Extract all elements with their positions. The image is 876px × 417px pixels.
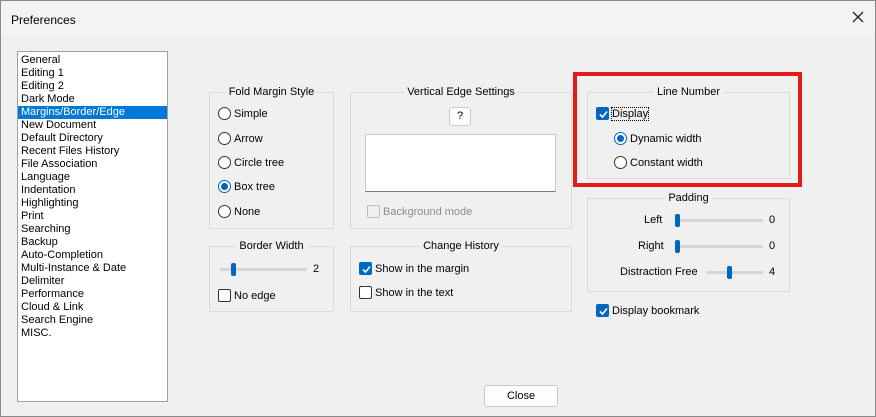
radio-button[interactable] <box>218 205 231 218</box>
vertical-edge-help-button[interactable]: ? <box>449 107 471 126</box>
title-bar: Preferences <box>1 1 875 37</box>
sidebar-item[interactable]: Language <box>18 171 167 184</box>
red-highlight-box <box>573 72 802 187</box>
checkbox-box[interactable] <box>596 304 609 317</box>
checkbox-box[interactable] <box>359 262 372 275</box>
no-edge-label: No edge <box>234 290 276 302</box>
sidebar-item[interactable]: Margins/Border/Edge <box>18 106 167 119</box>
display-bookmark-label: Display bookmark <box>612 305 700 317</box>
fold-style-label: None <box>234 206 261 218</box>
fold-style-radio[interactable]: Simple <box>218 107 268 121</box>
background-mode-label: Background mode <box>383 206 473 218</box>
sidebar-item[interactable]: Multi-Instance & Date <box>18 262 167 275</box>
sidebar-item[interactable]: Editing 2 <box>18 80 167 93</box>
no-edge-checkbox[interactable]: No edge <box>218 289 276 303</box>
sidebar-item[interactable]: Delimiter <box>18 275 167 288</box>
distraction-free-slider[interactable] <box>706 271 763 274</box>
border-width-value: 2 <box>313 263 320 275</box>
radio-button[interactable] <box>218 156 231 169</box>
padding-left-label: Left <box>644 214 663 226</box>
sidebar-item[interactable]: Highlighting <box>18 197 167 210</box>
sidebar-item[interactable]: Search Engine <box>18 314 167 327</box>
padding-right-slider-thumb[interactable] <box>675 240 680 253</box>
show-in-margin-label: Show in the margin <box>375 263 470 275</box>
sidebar-item[interactable]: Auto-Completion <box>18 249 167 262</box>
fold-style-label: Box tree <box>234 181 275 193</box>
background-mode-checkbox[interactable]: Background mode <box>367 205 472 219</box>
close-icon[interactable] <box>851 10 865 24</box>
fold-style-radio[interactable]: Box tree <box>218 180 275 194</box>
show-in-text-checkbox[interactable]: Show in the text <box>359 286 453 300</box>
checkbox-box[interactable] <box>359 286 372 299</box>
distraction-free-slider-thumb[interactable] <box>726 266 732 279</box>
sidebar-item[interactable]: Cloud & Link <box>18 301 167 314</box>
padding-left-value: 0 <box>769 214 776 226</box>
sidebar-item[interactable]: Backup <box>18 236 167 249</box>
sidebar-item[interactable]: Editing 1 <box>18 67 167 80</box>
preferences-dialog: Preferences General Editing 1 Editing 2 Dar… <box>0 0 876 417</box>
sidebar-item[interactable]: MISC. <box>18 327 167 340</box>
fold-style-radio[interactable]: Arrow <box>218 132 263 146</box>
radio-button[interactable] <box>218 107 231 120</box>
change-history-group: Change History <box>350 240 572 312</box>
fold-margin-style-title: Fold Margin Style <box>225 86 318 98</box>
display-bookmark-checkbox[interactable]: Display bookmark <box>596 304 699 318</box>
window-title: Preferences <box>11 13 76 27</box>
sidebar-item[interactable]: Dark Mode <box>18 93 167 106</box>
sidebar-item[interactable]: File Association <box>18 158 167 171</box>
padding-left-slider[interactable] <box>675 219 763 222</box>
padding-title: Padding <box>665 192 712 204</box>
sidebar-item[interactable]: Indentation <box>18 184 167 197</box>
padding-right-label: Right <box>638 240 664 252</box>
fold-style-label: Circle tree <box>234 157 285 169</box>
distraction-free-value: 4 <box>769 266 776 278</box>
fold-style-label: Arrow <box>234 133 263 145</box>
change-history-title: Change History <box>420 240 502 252</box>
checkbox-box[interactable] <box>367 205 380 218</box>
show-in-text-label: Show in the text <box>375 287 454 299</box>
border-width-slider-thumb[interactable] <box>230 263 236 276</box>
vertical-edge-title: Vertical Edge Settings <box>404 86 518 98</box>
radio-button[interactable] <box>218 132 231 145</box>
sidebar-item[interactable]: Performance <box>18 288 167 301</box>
sidebar-item[interactable]: New Document <box>18 119 167 132</box>
sidebar-item[interactable]: Searching <box>18 223 167 236</box>
close-button[interactable]: Close <box>484 385 558 407</box>
fold-style-radio[interactable]: None <box>218 205 260 219</box>
padding-right-value: 0 <box>769 240 776 252</box>
padding-left-slider-thumb[interactable] <box>675 214 680 227</box>
fold-style-radio[interactable]: Circle tree <box>218 156 284 170</box>
sidebar-item[interactable]: General <box>18 54 167 67</box>
show-in-margin-checkbox[interactable]: Show in the margin <box>359 262 469 276</box>
radio-button[interactable] <box>218 180 231 193</box>
fold-style-label: Simple <box>234 108 268 120</box>
border-width-title: Border Width <box>236 240 307 252</box>
checkbox-box[interactable] <box>218 289 231 302</box>
sidebar-item[interactable]: Recent Files History <box>18 145 167 158</box>
sidebar-item[interactable]: Print <box>18 210 167 223</box>
padding-right-slider[interactable] <box>675 245 763 248</box>
distraction-free-label: Distraction Free <box>620 266 698 278</box>
sidebar-item[interactable]: Default Directory <box>18 132 167 145</box>
category-list[interactable]: General Editing 1 Editing 2 Dark Mode Margin… <box>17 51 168 402</box>
vertical-edge-input[interactable] <box>365 134 556 192</box>
